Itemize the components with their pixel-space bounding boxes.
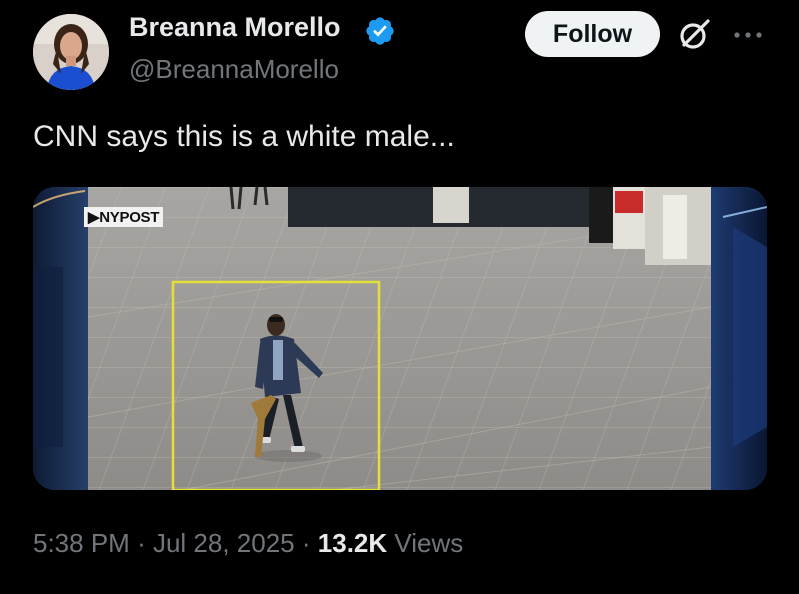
author-avatar[interactable] [33, 14, 109, 90]
nypost-watermark: ▶NYPOST [84, 207, 164, 227]
separator-dot: · [301, 528, 311, 558]
views-label: Views [394, 528, 464, 558]
views-count: 13.2K [317, 528, 388, 558]
verified-badge-icon [366, 17, 394, 45]
separator-dot: · [137, 528, 146, 558]
tweet-meta: 5:38 PM · Jul 28, 2025 · 13.2K Views [33, 528, 463, 559]
tweet-media-video[interactable]: ▶NYPOST [33, 187, 767, 490]
author-handle[interactable]: @BreannaMorello [129, 54, 339, 85]
grok-icon[interactable] [676, 17, 712, 53]
follow-button[interactable]: Follow [525, 11, 660, 57]
video-frame-image [33, 187, 767, 490]
author-display-name[interactable]: Breanna Morello [129, 12, 341, 43]
tweet-time[interactable]: 5:38 PM [33, 528, 130, 558]
tweet-date[interactable]: Jul 28, 2025 [153, 528, 295, 558]
avatar-image [33, 14, 109, 90]
more-options-icon[interactable] [730, 23, 766, 47]
tweet-text: CNN says this is a white male... [33, 120, 455, 153]
